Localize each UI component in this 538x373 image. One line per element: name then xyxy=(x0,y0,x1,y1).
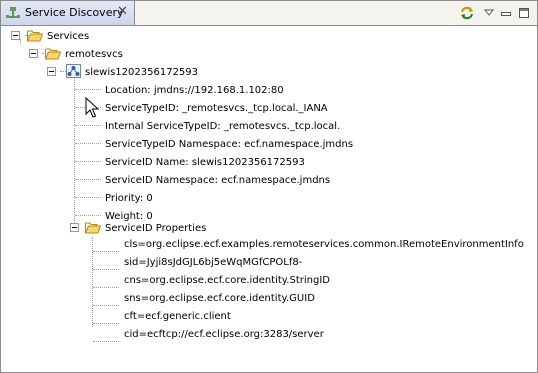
tree-connector xyxy=(75,179,101,180)
tree-node-property[interactable]: cft=ecf.generic.client xyxy=(124,307,231,325)
tree-connector xyxy=(75,197,101,198)
collapse-toggle[interactable] xyxy=(29,49,38,58)
property-label: cls=org.eclipse.ecf.examples.remoteservi… xyxy=(124,238,524,250)
folder-open-icon xyxy=(27,30,43,42)
service-discovery-view: Service Discovery ✕ Services remotesvcs … xyxy=(0,0,538,373)
tree-node-detail[interactable]: Internal ServiceTypeID: _remotesvcs._tcp… xyxy=(105,117,340,135)
collapse-toggle[interactable] xyxy=(47,67,56,76)
tree-node-detail[interactable]: ServiceTypeID Namespace: ecf.namespace.j… xyxy=(105,135,353,153)
tree-node-detail[interactable]: Location: jmdns://192.168.1.102:80 xyxy=(105,81,284,99)
tree-node-property[interactable]: sid=Jyji8sJdGJL6bj5eWqMGfCPOLf8- xyxy=(124,253,302,271)
tree-connector xyxy=(75,143,101,144)
node-label: slewis1202356172593 xyxy=(85,66,199,78)
node-label: Services xyxy=(47,30,90,42)
tree-node-property[interactable]: cid=ecftcp://ecf.eclipse.org:3283/server xyxy=(124,325,324,343)
tree-node-property[interactable]: cns=org.eclipse.ecf.core.identity.String… xyxy=(124,271,330,289)
collapse-toggle[interactable] xyxy=(70,223,79,232)
service-tree: Services remotesvcs slewis1202356172593 … xyxy=(1,27,537,372)
detail-label: Priority: 0 xyxy=(105,192,153,204)
tree-node-remotesvcs[interactable]: remotesvcs xyxy=(65,45,123,63)
tree-node-service[interactable]: slewis1202356172593 xyxy=(85,63,198,81)
detail-label: ServiceID Name: slewis1202356172593 xyxy=(105,156,305,168)
detail-label: ServiceTypeID Namespace: ecf.namespace.j… xyxy=(105,138,354,150)
service-node-icon xyxy=(66,64,81,78)
tree-connector xyxy=(74,77,75,229)
tree-connector xyxy=(20,39,21,45)
tree-connector xyxy=(93,305,119,306)
property-label: sid=Jyji8sJdGJL6bj5eWqMGfCPOLf8- xyxy=(124,256,303,268)
tree-connector xyxy=(75,161,101,162)
property-label: cns=org.eclipse.ecf.core.identity.String… xyxy=(124,274,330,286)
tree-connector xyxy=(93,251,119,252)
folder-open-icon xyxy=(85,222,101,234)
tab-title: Service Discovery xyxy=(25,6,124,19)
tree-connector xyxy=(75,215,101,216)
detail-label: Location: jmdns://192.168.1.102:80 xyxy=(105,84,284,96)
tree-connector xyxy=(75,125,101,126)
property-label: sns=org.eclipse.ecf.core.identity.GUID xyxy=(124,292,315,304)
tree-node-property[interactable]: sns=org.eclipse.ecf.core.identity.GUID xyxy=(124,289,315,307)
node-label: ServiceID Properties xyxy=(105,222,207,234)
mouse-pointer-icon xyxy=(85,97,99,118)
tree-node-detail[interactable]: Priority: 0 xyxy=(105,189,153,207)
node-label: remotesvcs xyxy=(65,48,123,60)
tree-connector xyxy=(93,341,119,342)
maximize-icon[interactable] xyxy=(516,5,532,21)
tree-node-property[interactable]: cls=org.eclipse.ecf.examples.remoteservi… xyxy=(124,235,524,253)
sync-icon[interactable] xyxy=(459,5,475,21)
collapse-toggle[interactable] xyxy=(11,31,20,40)
tree-connector xyxy=(93,287,119,288)
detail-label: ServiceID Namespace: ecf.namespace.jmdns xyxy=(105,174,331,186)
view-menu-icon[interactable] xyxy=(481,5,497,21)
close-icon[interactable]: ✕ xyxy=(117,5,128,19)
property-label: cid=ecftcp://ecf.eclipse.org:3283/server xyxy=(124,328,324,340)
view-titlebar: Service Discovery ✕ xyxy=(1,1,537,26)
minimize-icon[interactable] xyxy=(498,5,514,21)
tree-connector xyxy=(93,269,119,270)
tree-connector xyxy=(93,323,119,324)
tree-node-detail[interactable]: ServiceID Namespace: ecf.namespace.jmdns xyxy=(105,171,330,189)
folder-open-icon xyxy=(45,48,61,60)
property-label: cft=ecf.generic.client xyxy=(124,310,231,322)
tree-node-services[interactable]: Services xyxy=(47,27,89,45)
tree-connector xyxy=(75,89,101,90)
tab-service-discovery[interactable]: Service Discovery ✕ xyxy=(1,1,135,25)
network-icon xyxy=(6,7,20,18)
detail-label: ServiceTypeID: _remotesvcs._tcp.local._I… xyxy=(105,102,328,114)
tree-node-detail[interactable]: ServiceTypeID: _remotesvcs._tcp.local._I… xyxy=(105,99,328,117)
tree-node-detail[interactable]: ServiceID Name: slewis1202356172593 xyxy=(105,153,305,171)
detail-label: Internal ServiceTypeID: _remotesvcs._tcp… xyxy=(105,120,341,132)
